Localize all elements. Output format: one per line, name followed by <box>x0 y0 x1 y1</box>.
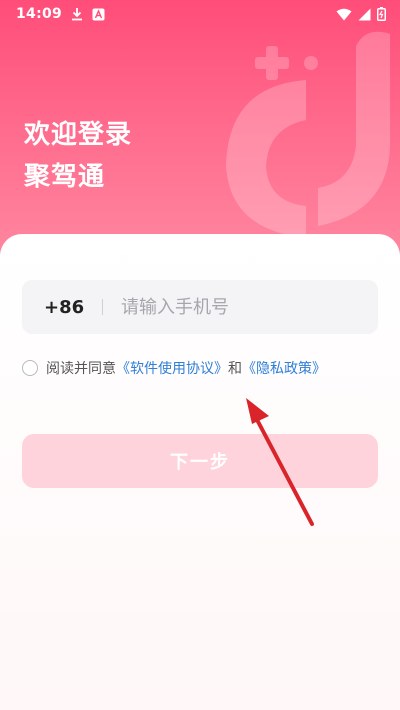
login-screen: 14:09 欢迎登录 聚驾通 +86 请输入手机号 阅读并同意 《软件使用协议》… <box>0 0 400 710</box>
download-icon <box>70 7 84 21</box>
app-name: 聚驾通 <box>24 162 106 192</box>
status-time: 14:09 <box>16 6 63 22</box>
welcome-heading: 欢迎登录 聚驾通 <box>24 114 132 198</box>
app-notification-icon <box>92 8 105 21</box>
next-step-button[interactable]: 下一步 <box>22 434 378 488</box>
field-divider <box>102 299 103 315</box>
agreement-row: 阅读并同意 《软件使用协议》 和 《隐私政策》 <box>22 356 326 380</box>
phone-field[interactable]: +86 <box>22 280 378 334</box>
red-arrow-pointer <box>246 398 314 526</box>
software-agreement-link[interactable]: 《软件使用协议》 <box>116 358 228 378</box>
app-logo-watermark <box>226 31 390 238</box>
welcome-line-1: 欢迎登录 <box>24 120 133 150</box>
phone-input[interactable] <box>121 296 378 318</box>
privacy-policy-link[interactable]: 《隐私政策》 <box>242 358 326 378</box>
agree-conjunction: 和 <box>228 361 242 377</box>
country-code[interactable]: +86 <box>44 297 92 318</box>
agree-checkbox[interactable] <box>22 360 38 376</box>
status-left: 14:09 <box>16 6 105 22</box>
agree-prefix: 阅读并同意 <box>46 361 116 377</box>
